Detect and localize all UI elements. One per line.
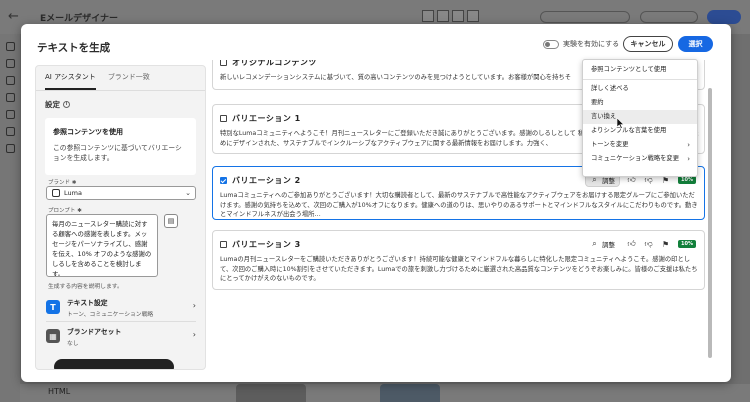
tabs-divider	[36, 90, 205, 91]
reference-content-card: 参照コンテンツを使用 この参照コンテンツに基づいてバリエーションを生成します。	[45, 118, 196, 175]
card-title: オリジナルコンテンツ	[232, 60, 317, 67]
brand-assets-title: ブランドアセット	[67, 327, 122, 336]
menu-item-use-as-reference[interactable]: 参照コンテンツとして使用	[583, 63, 697, 77]
tab-brand-match[interactable]: ブランド一致	[108, 72, 150, 90]
card-header: オリジナルコンテンツ	[220, 60, 317, 68]
scrollbar[interactable]	[708, 88, 712, 358]
card-title: バリエーション 1	[232, 114, 301, 123]
card-title: バリエーション 3	[232, 240, 301, 249]
brand-logo-icon	[52, 189, 60, 197]
header-control	[540, 11, 630, 23]
generate-button[interactable]	[54, 359, 174, 369]
brand-score-badge: 10%	[678, 176, 696, 184]
settings-heading: 設定 i	[45, 99, 70, 110]
brand-label: ブランド ✱	[48, 180, 77, 186]
toggle-switch[interactable]	[543, 39, 559, 49]
settings-title: 設定	[45, 100, 60, 109]
menu-item-summarize[interactable]: 要約	[583, 96, 697, 110]
refine-menu: 参照コンテンツとして使用 詳しく述べる 要約 言い換え よりシンプルな言葉を使用…	[582, 59, 698, 177]
select-button[interactable]: 選択	[678, 36, 713, 52]
menu-item-rephrase[interactable]: 言い換え	[583, 110, 697, 124]
menu-divider	[583, 79, 697, 80]
experiment-label: 実験を有効にする	[563, 40, 620, 48]
prompt-library-icon[interactable]: ▤	[164, 214, 178, 228]
menu-item-elaborate[interactable]: 詳しく述べる	[583, 82, 697, 96]
header-control-2	[640, 11, 698, 23]
text-settings-subtitle: トーン、コミュニケーション戦略	[67, 311, 154, 318]
refine-button[interactable]: ⌕ 調整	[586, 238, 619, 250]
row-divider	[46, 321, 196, 322]
experiment-toggle[interactable]: 実験を有効にする	[543, 39, 619, 49]
brand-assets-row[interactable]: ▦ ブランドアセット なし ›	[46, 324, 196, 348]
card-checkbox[interactable]	[220, 177, 227, 184]
prompt-label: プロンプト ✱	[48, 208, 82, 214]
card-header: バリエーション 3	[220, 239, 301, 250]
reference-card-description: この参照コンテンツに基づいてバリエーションを生成します。	[53, 144, 182, 162]
card-checkbox[interactable]	[220, 115, 227, 122]
refine-label: 調整	[602, 241, 616, 249]
card-actions: ⌕ 調整 👍︎ 👎︎ ⚑ 10%	[586, 238, 696, 250]
tab-ai-assistant[interactable]: AI アシスタント	[45, 72, 96, 90]
settings-panel: AI アシスタント ブランド一致 設定 i 参照コンテンツを使用 この参照コンテ…	[35, 65, 206, 370]
chevron-right-icon: ›	[687, 141, 690, 149]
chevron-down-icon: ⌄	[185, 189, 191, 197]
card-checkbox[interactable]	[220, 60, 227, 66]
thumbs-up-icon[interactable]: 👍︎	[627, 239, 636, 249]
brand-assets-icon: ▦	[46, 329, 60, 343]
card-header: バリエーション 2	[220, 175, 301, 186]
brand-dropdown[interactable]: Luma ⌄	[46, 186, 196, 200]
thumbs-down-icon[interactable]: 👎︎	[644, 239, 653, 249]
menu-item-change-tone[interactable]: トーンを変更 ›	[583, 138, 697, 152]
text-settings-row[interactable]: T テキスト設定 トーン、コミュニケーション戦略 ›	[46, 295, 196, 319]
brand-assets-subtitle: なし	[67, 340, 79, 347]
chevron-right-icon: ›	[192, 330, 196, 339]
html-component-label: HTML	[48, 387, 71, 396]
menu-item-simplify[interactable]: よりシンプルな言葉を使用	[583, 124, 697, 138]
brand-value: Luma	[64, 189, 82, 197]
cancel-button[interactable]: キャンセル	[623, 36, 673, 52]
menu-item-change-strategy[interactable]: コミュニケーション戦略を変更 ›	[583, 152, 697, 166]
dialog-title: テキストを生成	[37, 42, 111, 54]
app-title: Eメールデザイナー	[40, 13, 118, 24]
toolbar-icons	[422, 10, 479, 22]
card-title: バリエーション 2	[232, 176, 301, 185]
back-arrow-icon[interactable]: ←	[8, 10, 22, 24]
text-icon: T	[46, 300, 60, 314]
flag-icon[interactable]: ⚑	[661, 240, 670, 249]
mouse-pointer-icon	[617, 118, 625, 129]
text-settings-title: テキスト設定	[67, 298, 108, 307]
left-rail	[0, 34, 20, 402]
card-header: バリエーション 1	[220, 113, 301, 124]
variation-card-3[interactable]: バリエーション 3 ⌕ 調整 👍︎ 👎︎ ⚑ 10% Lumaの月刊ニュースレタ…	[212, 230, 705, 290]
prompt-help-text: 生成する内容を説明します。	[48, 284, 123, 290]
card-body: Lumaコミュニティへのご参加ありがとうございます！大切な購読者として、最新のサ…	[220, 192, 698, 218]
reference-card-title: 参照コンテンツを使用	[53, 128, 123, 136]
canvas-image	[380, 384, 440, 402]
canvas-image	[236, 384, 306, 402]
chevron-right-icon: ›	[687, 155, 690, 163]
brand-score-badge: 10%	[678, 240, 696, 248]
header-primary-button	[707, 10, 741, 24]
info-icon[interactable]: i	[63, 101, 70, 108]
card-body: Lumaの月刊ニュースレターをご購読いただきありがとうございます！持続可能な健康…	[220, 256, 698, 282]
card-checkbox[interactable]	[220, 241, 227, 248]
chevron-right-icon: ›	[192, 301, 196, 310]
prompt-textarea[interactable]: 毎月のニュースレター購読に対する顧客への感謝を表します。メッセージをパーソナライ…	[46, 214, 158, 277]
panel-tabs: AI アシスタント ブランド一致	[45, 72, 150, 90]
refine-icon: ⌕	[592, 239, 597, 248]
